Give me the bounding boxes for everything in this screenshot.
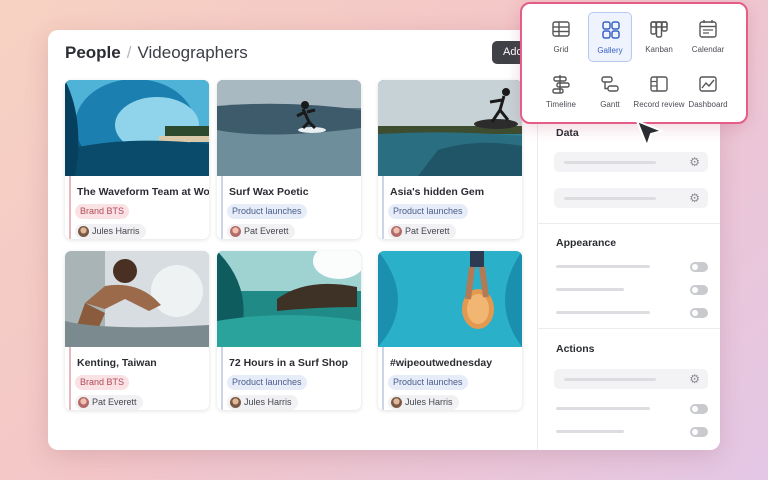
data-field[interactable]: ⚙ xyxy=(554,152,708,172)
appearance-toggle[interactable] xyxy=(690,308,708,318)
divider xyxy=(538,223,720,224)
gantt-icon xyxy=(601,76,619,92)
gallery-icon xyxy=(602,21,620,39)
divider xyxy=(538,328,720,329)
action-toggle[interactable] xyxy=(690,427,708,437)
card-body: Asia's hidden Gem Product launches Pat E… xyxy=(382,176,522,239)
field-placeholder-bar xyxy=(564,378,656,381)
person-chip: Jules Harris xyxy=(75,224,146,239)
gallery-card[interactable]: Asia's hidden Gem Product launches Pat E… xyxy=(378,80,522,239)
avatar xyxy=(391,226,402,237)
view-option-gantt[interactable]: Gantt xyxy=(588,67,632,117)
setting-label-placeholder xyxy=(556,311,650,314)
person-chip: Pat Everett xyxy=(388,224,456,239)
gear-icon[interactable]: ⚙ xyxy=(689,371,700,387)
view-option-label: Dashboard xyxy=(688,100,728,109)
actions-section-title: Actions xyxy=(556,343,595,355)
card-image-board-closeup xyxy=(378,251,522,347)
setting-label-placeholder xyxy=(556,430,624,433)
gear-icon[interactable]: ⚙ xyxy=(689,154,700,170)
gallery-card[interactable]: Surf Wax Poetic Product launches Pat Eve… xyxy=(217,80,361,239)
action-toggle[interactable] xyxy=(690,404,708,414)
card-image-sea-surfer xyxy=(378,80,522,176)
tag-badge: Product launches xyxy=(227,375,307,390)
breadcrumb-leaf: Videographers xyxy=(137,43,248,62)
gallery-card[interactable]: Kenting, Taiwan Brand BTS Pat Everett xyxy=(65,251,209,410)
view-option-calendar[interactable]: Calendar xyxy=(686,12,730,62)
person-chip: Pat Everett xyxy=(227,224,295,239)
actions-field[interactable]: ⚙ xyxy=(554,369,708,389)
view-option-timeline[interactable]: Timeline xyxy=(539,67,583,117)
card-body: The Waveform Team at Work Brand BTS Jule… xyxy=(69,176,209,239)
data-field[interactable]: ⚙ xyxy=(554,188,708,208)
avatar xyxy=(78,397,89,408)
avatar xyxy=(230,397,241,408)
person-name: Pat Everett xyxy=(92,397,137,407)
person-name: Jules Harris xyxy=(244,397,292,407)
record-review-icon xyxy=(650,76,668,92)
page-title: People / Videographers xyxy=(65,43,248,63)
grid-icon xyxy=(552,21,570,37)
tag-badge: Product launches xyxy=(388,375,468,390)
card-title: Surf Wax Poetic xyxy=(229,186,309,198)
data-section-title: Data xyxy=(556,127,579,139)
tag-badge: Brand BTS xyxy=(75,375,130,390)
view-option-label: Calendar xyxy=(691,45,725,54)
person-name: Pat Everett xyxy=(244,226,289,236)
card-title: Asia's hidden Gem xyxy=(390,186,485,198)
view-option-kanban[interactable]: Kanban xyxy=(637,12,681,62)
calendar-icon xyxy=(699,20,717,38)
card-body: Surf Wax Poetic Product launches Pat Eve… xyxy=(221,176,361,239)
kanban-icon xyxy=(650,21,668,38)
breadcrumb-root[interactable]: People xyxy=(65,43,121,62)
card-body: Kenting, Taiwan Brand BTS Pat Everett xyxy=(69,347,209,410)
gear-icon[interactable]: ⚙ xyxy=(689,190,700,206)
dashboard-icon xyxy=(699,76,717,92)
setting-label-placeholder xyxy=(556,407,650,410)
avatar xyxy=(391,397,402,408)
card-title: The Waveform Team at Work xyxy=(77,186,209,198)
card-image-splash-surfer xyxy=(65,251,209,347)
view-option-dashboard[interactable]: Dashboard xyxy=(686,67,730,117)
tag-badge: Product launches xyxy=(388,204,468,219)
person-name: Pat Everett xyxy=(405,226,450,236)
person-name: Jules Harris xyxy=(92,226,140,236)
breadcrumb-separator: / xyxy=(126,43,132,62)
appearance-section-title: Appearance xyxy=(556,237,617,249)
card-image-wave-curl xyxy=(217,251,361,347)
person-chip: Jules Harris xyxy=(388,395,459,410)
avatar xyxy=(230,226,241,237)
setting-label-placeholder xyxy=(556,265,650,268)
gallery-card[interactable]: 72 Hours in a Surf Shop Product launches… xyxy=(217,251,361,410)
card-title: Kenting, Taiwan xyxy=(77,357,157,369)
card-image-surfer xyxy=(217,80,361,176)
field-placeholder-bar xyxy=(564,197,656,200)
mouse-cursor-icon xyxy=(636,120,663,147)
field-placeholder-bar xyxy=(564,161,656,164)
person-name: Jules Harris xyxy=(405,397,453,407)
gallery-card[interactable]: #wipeoutwednesday Product launches Jules… xyxy=(378,251,522,410)
gallery-card[interactable]: The Waveform Team at Work Brand BTS Jule… xyxy=(65,80,209,239)
appearance-toggle[interactable] xyxy=(690,262,708,272)
avatar xyxy=(78,226,89,237)
card-image-wave-tube xyxy=(65,80,209,176)
view-option-record-review[interactable]: Record review xyxy=(633,67,685,117)
card-body: #wipeoutwednesday Product launches Jules… xyxy=(382,347,522,410)
tag-badge: Brand BTS xyxy=(75,204,130,219)
card-body: 72 Hours in a Surf Shop Product launches… xyxy=(221,347,361,410)
setting-label-placeholder xyxy=(556,288,624,291)
card-title: 72 Hours in a Surf Shop xyxy=(229,357,349,369)
appearance-toggle[interactable] xyxy=(690,285,708,295)
view-picker-popup: Grid Gallery Kanban Calendar Timeline Ga… xyxy=(520,2,748,124)
person-chip: Pat Everett xyxy=(75,395,143,410)
view-option-gallery[interactable]: Gallery xyxy=(588,12,632,62)
view-option-grid[interactable]: Grid xyxy=(539,12,583,62)
tag-badge: Product launches xyxy=(227,204,307,219)
card-title: #wipeoutwednesday xyxy=(390,357,493,369)
timeline-icon xyxy=(552,75,570,94)
person-chip: Jules Harris xyxy=(227,395,298,410)
